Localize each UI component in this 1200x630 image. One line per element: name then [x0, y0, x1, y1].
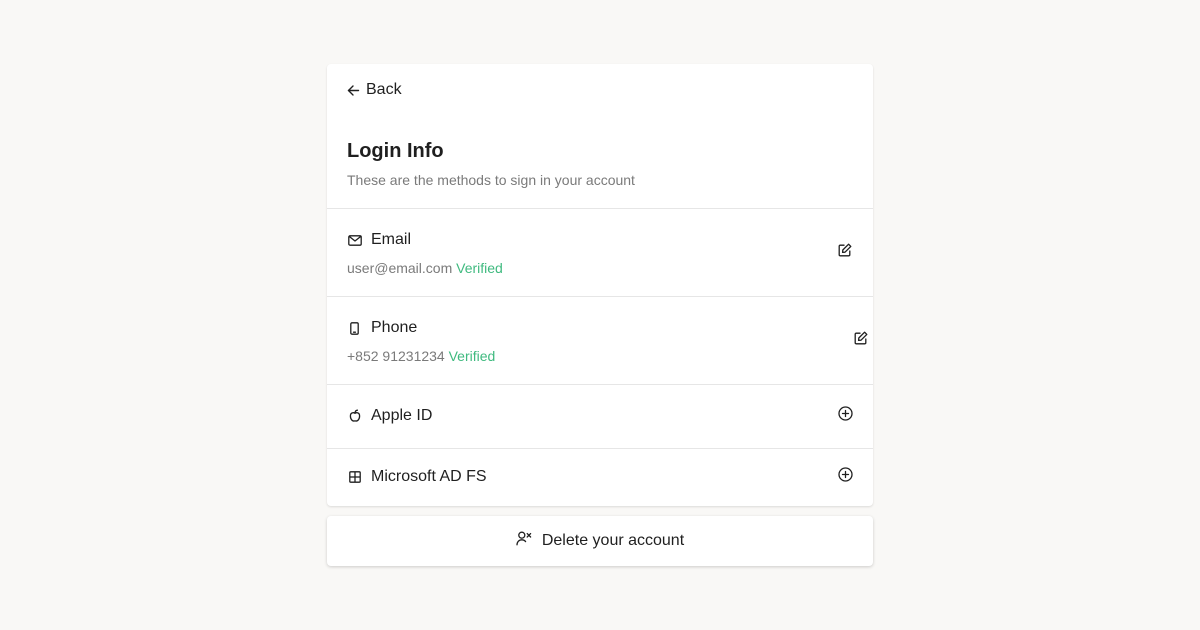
login-method-phone: Phone +852 91231234 Verified — [327, 297, 873, 384]
smartphone-icon — [347, 321, 362, 336]
microsoft-icon — [347, 470, 362, 485]
page-title: Login Info — [347, 140, 444, 162]
back-button[interactable]: Back — [347, 81, 402, 99]
login-method-apple-id: Apple ID — [327, 385, 873, 448]
edit-phone-button[interactable] — [853, 331, 869, 350]
add-circle-icon — [837, 467, 853, 487]
method-value: +852 91231234 — [347, 348, 445, 364]
login-method-microsoft-ad-fs: Microsoft AD FS — [327, 449, 873, 506]
verified-badge: Verified — [456, 260, 503, 276]
edit-icon — [854, 331, 868, 350]
back-label: Back — [366, 81, 402, 98]
add-circle-icon — [837, 406, 853, 426]
method-label: Email — [371, 231, 412, 248]
login-info-card: Back Login Info These are the methods to… — [327, 64, 873, 506]
method-value: user@email.com — [347, 260, 453, 276]
method-label: Phone — [371, 319, 418, 336]
user-remove-icon — [516, 531, 532, 551]
method-label: Microsoft AD FS — [371, 468, 487, 485]
edit-icon — [838, 243, 852, 262]
login-method-email: Email user@email.com Verified — [327, 209, 873, 296]
page-subtitle: These are the methods to sign in your ac… — [347, 172, 635, 188]
delete-account-button[interactable]: Delete your account — [327, 516, 873, 566]
method-label: Apple ID — [371, 407, 433, 424]
verified-badge: Verified — [448, 348, 496, 364]
apple-icon — [347, 409, 362, 424]
add-apple-id-button[interactable] — [837, 406, 853, 426]
mail-icon — [347, 233, 362, 248]
delete-account-label: Delete your account — [541, 532, 685, 549]
add-microsoft-ad-fs-button[interactable] — [837, 467, 853, 487]
arrow-left-icon — [347, 84, 360, 97]
edit-email-button[interactable] — [837, 243, 853, 262]
